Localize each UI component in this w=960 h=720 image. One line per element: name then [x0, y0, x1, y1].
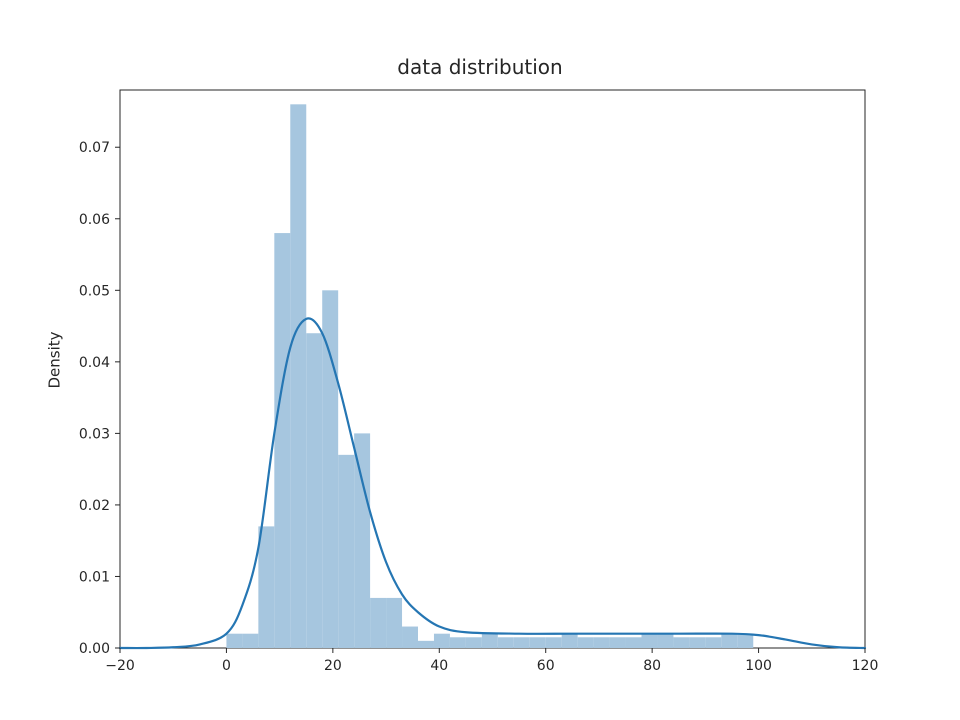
x-tick-label: 40	[430, 658, 448, 674]
chart-axes: −20020406080100120 0.000.010.020.030.040…	[0, 0, 960, 720]
histogram-bar	[657, 634, 673, 648]
kde-curve	[120, 318, 865, 648]
histogram-bar	[530, 637, 546, 648]
histogram-bar	[514, 637, 530, 648]
histogram-bar	[450, 637, 466, 648]
x-tick-label: 100	[745, 658, 772, 674]
y-tick-label: 0.05	[79, 283, 110, 299]
histogram-bar	[386, 598, 402, 648]
y-tick: 0.06	[79, 212, 120, 228]
x-ticks: −20 0 20 40 60 80 100 120	[105, 648, 878, 674]
y-tick: 0.05	[79, 283, 120, 299]
y-tick: 0.00	[79, 641, 120, 657]
y-tick-label: 0.06	[79, 212, 110, 228]
y-tick: 0.07	[79, 140, 120, 156]
figure: data distribution Density −2002040608010…	[0, 0, 960, 720]
x-tick: 0	[222, 648, 231, 674]
y-tick-label: 0.00	[79, 641, 110, 657]
histogram-bar	[370, 598, 386, 648]
y-tick-label: 0.01	[79, 569, 110, 585]
y-tick-label: 0.07	[79, 140, 110, 156]
y-tick-label: 0.02	[79, 498, 110, 514]
histogram-bar	[546, 637, 562, 648]
x-tick: 120	[852, 648, 879, 674]
histogram-bar	[242, 634, 258, 648]
histogram-bar	[705, 637, 721, 648]
y-tick: 0.02	[79, 498, 120, 514]
x-tick-label: 0	[222, 658, 231, 674]
histogram-bar	[642, 634, 658, 648]
y-tick-label: 0.04	[79, 355, 110, 371]
x-tick: 20	[324, 648, 342, 674]
histogram-bars	[226, 104, 753, 648]
y-tick: 0.04	[79, 355, 120, 371]
y-tick: 0.01	[79, 569, 120, 585]
histogram-bar	[578, 637, 594, 648]
histogram-bar	[673, 637, 689, 648]
x-tick: 100	[745, 648, 772, 674]
histogram-bar	[689, 637, 705, 648]
x-tick: 80	[643, 648, 661, 674]
histogram-bar	[737, 634, 753, 648]
histogram-bar	[290, 104, 306, 648]
axes-frame	[120, 90, 865, 648]
y-tick-label: 0.03	[79, 426, 110, 442]
y-tick: 0.03	[79, 426, 120, 442]
x-tick-label: 60	[537, 658, 555, 674]
histogram-bar	[498, 637, 514, 648]
histogram-bar	[626, 637, 642, 648]
histogram-bar	[721, 634, 737, 648]
y-ticks: 0.00 0.01 0.02 0.03 0.04 0.05 0.06 0.07	[79, 140, 120, 657]
histogram-bar	[306, 333, 322, 648]
histogram-bar	[610, 637, 626, 648]
x-tick-label: 20	[324, 658, 342, 674]
histogram-bar	[258, 526, 274, 648]
histogram-bar	[322, 290, 338, 648]
histogram-bar	[338, 455, 354, 648]
x-tick: 60	[537, 648, 555, 674]
histogram-bar	[482, 634, 498, 648]
histogram-bar	[418, 641, 434, 648]
histogram-bar	[466, 637, 482, 648]
x-tick-label: 80	[643, 658, 661, 674]
x-tick: 40	[430, 648, 448, 674]
x-tick-label: 120	[852, 658, 879, 674]
histogram-bar	[402, 627, 418, 648]
histogram-bar	[274, 233, 290, 648]
histogram-bar	[562, 634, 578, 648]
histogram-bar	[354, 433, 370, 648]
histogram-bar	[226, 634, 242, 648]
histogram-bar	[434, 634, 450, 648]
x-tick-label: −20	[105, 658, 135, 674]
histogram-bar	[594, 637, 610, 648]
